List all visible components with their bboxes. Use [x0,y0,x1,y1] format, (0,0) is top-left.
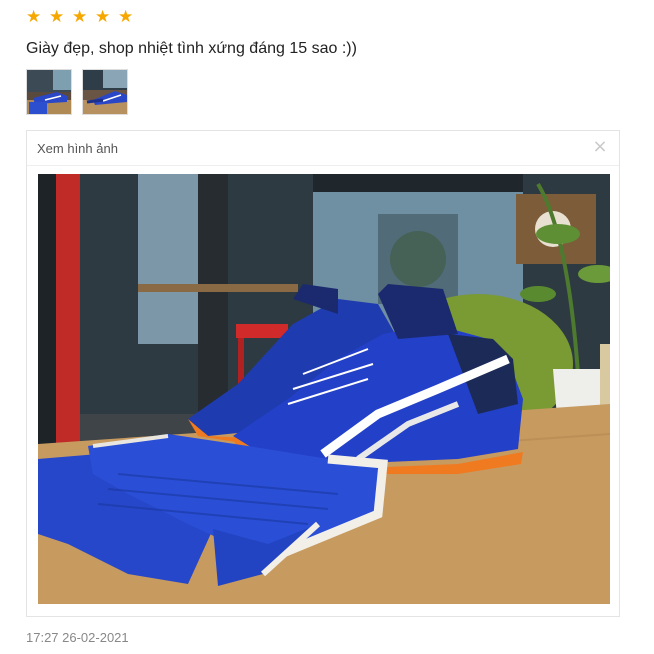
shoe-photo-thumbnail [83,70,127,114]
review-text: Giày đẹp, shop nhiệt tình xứng đáng 15 s… [26,40,357,57]
star-icon: ★ [95,7,111,27]
star-icon: ★ [118,7,134,27]
star-icon: ★ [26,7,42,27]
shoe-photo [38,174,610,604]
thumbnail-photo-2[interactable] [82,69,128,115]
review-timestamp: 17:27 26-02-2021 [26,630,129,645]
viewer-header: Xem hình ảnh × [27,131,619,166]
image-viewer: Xem hình ảnh × [26,130,620,617]
star-icon: ★ [49,7,65,27]
thumbnail-photo-1[interactable] [26,69,72,115]
rating-stars: ★ ★ ★ ★ ★ [26,9,135,26]
close-icon[interactable]: × [591,137,609,157]
review-photo [38,174,610,604]
shoe-photo-thumbnail [27,70,71,114]
star-icon: ★ [72,7,88,27]
review-thumbnails [26,69,128,115]
viewer-title: Xem hình ảnh [37,141,118,156]
